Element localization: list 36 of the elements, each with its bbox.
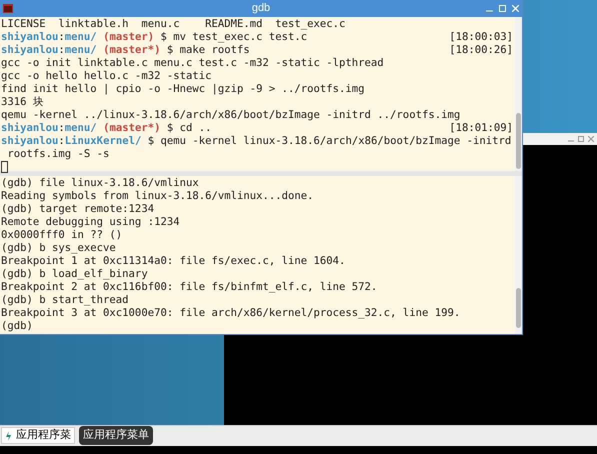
terminal-line: gcc -o hello hello.c -m32 -static (1, 70, 212, 83)
tooltip: 应用程序菜单 (79, 426, 153, 445)
terminal-line: Breakpoint 3 at 0xc1000e70: file arch/x86/kernel/process_32.c, line 199. (1, 307, 460, 319)
terminal-line: rootfs.img -S -s (6, 148, 110, 161)
scrollbar[interactable] (515, 17, 522, 171)
terminal-line: (gdb) target remote:1234 (1, 203, 154, 215)
timestamp: [18:01:09] (449, 122, 513, 135)
terminal-line: shiyanlou:menu/ (master*) $ cd .. (1, 122, 212, 135)
terminal-line: LICENSE linktable.h menu.c README.md test_exec.c (1, 18, 346, 31)
terminal-line: Breakpoint 2 at 0xc116bf00: file fs/binfmt_elf.c, line 572. (1, 281, 378, 293)
terminal-icon (3, 4, 13, 13)
window-title: gdb (252, 1, 270, 16)
timestamp: [18:00:03] (449, 31, 513, 44)
terminal-line: Reading symbols from linux-3.18.6/vmlinux...done. (1, 190, 314, 202)
application-menu-button[interactable]: 应用程序菜 (1, 427, 75, 444)
terminal-line: find init hello | cpio -o -Hnewc |gzip -9 > ../rootfs.img (1, 83, 365, 96)
terminal-line: shiyanlou:menu/ (master) $ mv test_exec.c test.c (1, 31, 308, 44)
terminal-line: gcc -o init linktable.c menu.c test.c -m32 -static -lpthread (1, 57, 384, 70)
scrollbar[interactable] (515, 176, 522, 334)
terminal-line: (gdb) (1, 320, 33, 332)
timestamp: [18:00:26] (449, 44, 513, 57)
terminal-line: 3316 块 (1, 96, 44, 109)
close-icon[interactable] (588, 136, 594, 142)
scrollbar-thumb[interactable] (516, 288, 521, 328)
terminal-line: (gdb) b start_thread (1, 294, 129, 306)
terminal-line: (gdb) b load_elf_binary (1, 268, 148, 280)
terminal-line: Breakpoint 1 at 0xc11314a0: file fs/exec.c, line 1604. (1, 255, 346, 267)
terminal-line: 0x0000fff0 in ?? () (1, 229, 122, 241)
terminal-line: Remote debugging using :1234 (1, 216, 180, 228)
terminal-line: qemu -kernel ../linux-3.18.6/arch/x86/boot/bzImage -initrd ../rootfs.img (1, 109, 460, 122)
terminal-line: shiyanlou:LinuxKernel/ $ qemu -kernel linux-3.18.6/arch/x86/boot/bzImage -initrd (1, 135, 512, 148)
scrollbar-thumb[interactable] (516, 113, 521, 169)
maximize-icon[interactable] (578, 136, 584, 142)
terminal-line: (gdb) file linux-3.18.6/vmlinux (1, 177, 199, 189)
terminal-line: (gdb) b sys_execve (1, 242, 116, 254)
terminal-line: shiyanlou:menu/ (master*) $ make rootfs (1, 44, 250, 57)
